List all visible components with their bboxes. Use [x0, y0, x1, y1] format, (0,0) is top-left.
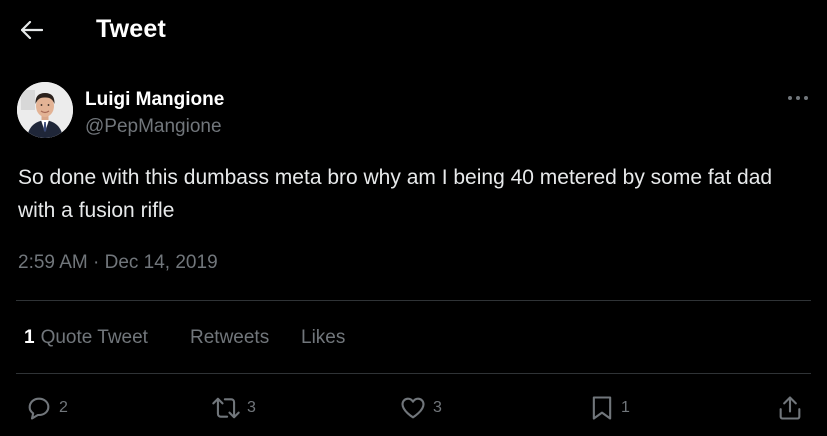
back-button[interactable]	[16, 14, 48, 46]
tweet-text: So done with this dumbass meta bro why a…	[18, 166, 773, 222]
avatar[interactable]	[17, 82, 73, 138]
tweet-timestamp: 2:59 AM · Dec 14, 2019	[18, 252, 218, 274]
more-options-button[interactable]	[784, 86, 812, 110]
divider	[16, 373, 811, 374]
retweet-icon	[212, 397, 240, 419]
retweets-label: Retweets	[190, 327, 270, 348]
reply-icon	[28, 397, 50, 420]
profile-photo	[17, 82, 73, 138]
retweet-count: 3	[247, 399, 256, 416]
heart-icon	[401, 397, 425, 419]
like-count: 3	[433, 399, 442, 416]
bookmark-count: 1	[621, 399, 630, 416]
tweet-author: Luigi Mangione @PepMangione	[17, 82, 717, 142]
share-button[interactable]	[776, 390, 804, 426]
likes-label: Likes	[301, 327, 346, 348]
tweet-date[interactable]: Dec 14, 2019	[105, 252, 218, 273]
share-icon	[779, 396, 801, 420]
quote-tweets-stat[interactable]: 1 Quote Tweet	[24, 327, 148, 349]
reply-button[interactable]: 2	[25, 390, 68, 426]
tweet-time[interactable]: 2:59 AM	[18, 252, 88, 273]
author-display-name[interactable]: Luigi Mangione	[85, 89, 224, 111]
author-handle[interactable]: @PepMangione	[85, 116, 222, 138]
page-title: Tweet	[96, 15, 166, 43]
retweet-button[interactable]: 3	[211, 390, 256, 426]
more-dots-icon	[788, 96, 808, 100]
likes-stat[interactable]: Likes	[301, 327, 345, 349]
action-bar: 2 3 3 1	[0, 390, 827, 430]
bookmark-button[interactable]: 1	[589, 390, 630, 426]
bookmark-icon	[592, 396, 612, 420]
arrow-left-icon	[21, 21, 43, 39]
top-bar: Tweet	[0, 0, 827, 60]
quote-tweet-count: 1	[24, 327, 35, 348]
divider	[16, 300, 811, 301]
retweets-stat[interactable]: Retweets	[190, 327, 269, 349]
quote-tweet-label: Quote Tweet	[40, 327, 148, 348]
like-button[interactable]: 3	[399, 390, 442, 426]
reply-count: 2	[59, 399, 68, 416]
timestamp-separator: ·	[93, 252, 100, 273]
